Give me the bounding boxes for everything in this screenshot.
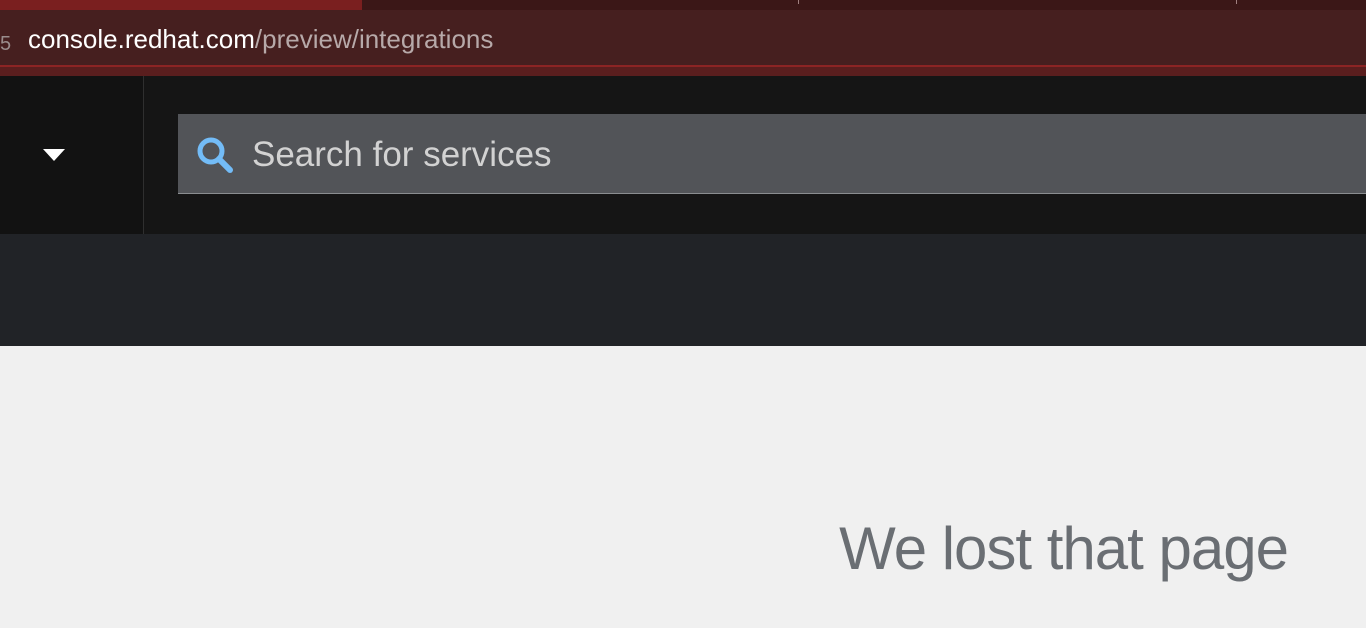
caret-down-icon <box>43 149 65 161</box>
tab-strip <box>0 0 1366 10</box>
error-title: We lost that page <box>839 515 1289 582</box>
address-bar[interactable]: 5 console.redhat.com/preview/integration… <box>0 10 1366 67</box>
search-box[interactable] <box>178 114 1366 196</box>
active-tab[interactable] <box>0 0 362 10</box>
context-dropdown-toggle[interactable] <box>30 134 78 176</box>
search-icon <box>197 137 233 173</box>
page-header-band <box>0 234 1366 346</box>
url-host: console.redhat.com <box>28 24 255 54</box>
search-input[interactable] <box>250 114 1354 196</box>
tab-separator <box>798 0 799 4</box>
main-content: We lost that page <box>0 346 1366 628</box>
url-text[interactable]: console.redhat.com/preview/integrations <box>28 25 493 53</box>
masthead <box>0 76 1366 234</box>
browser-chrome: 5 console.redhat.com/preview/integration… <box>0 0 1366 76</box>
chrome-bottom-strip <box>0 67 1366 76</box>
url-path: /preview/integrations <box>254 24 494 54</box>
tab-separator <box>1236 0 1237 4</box>
site-info-fragment: 5 <box>0 33 12 55</box>
masthead-left-panel <box>0 76 144 234</box>
